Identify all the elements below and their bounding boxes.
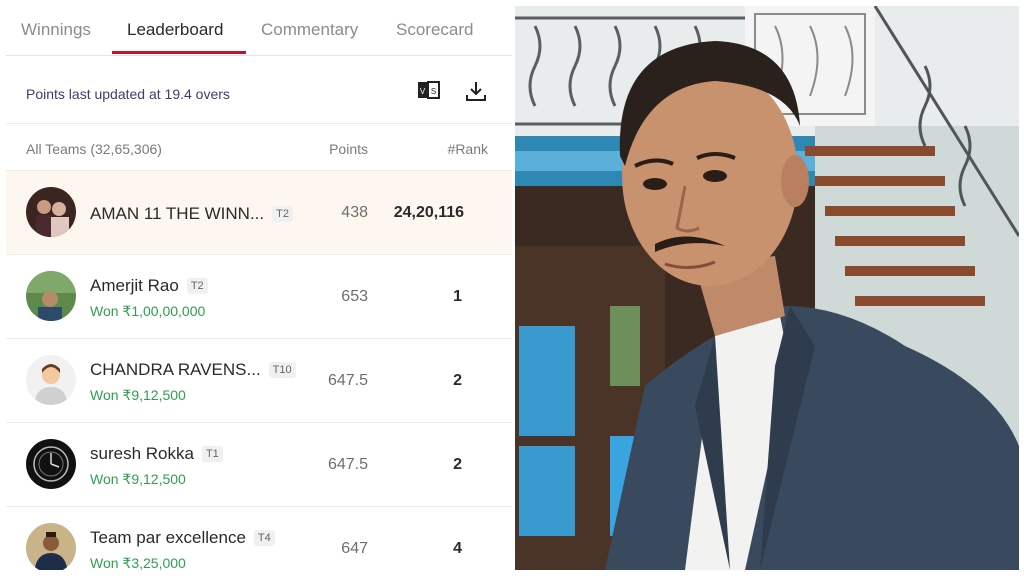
team-rank: 4: [453, 540, 462, 557]
team-number-badge: T2: [186, 278, 208, 294]
team-name: Team par excellence: [90, 528, 246, 547]
portrait-photo: [515, 6, 1019, 570]
team-rank: 2: [453, 456, 462, 473]
avatar: [26, 439, 76, 489]
points-update-bar: Points last updated at 19.4 overs V S: [6, 56, 512, 124]
team-number-badge: T4: [253, 530, 275, 546]
team-points: 647: [341, 540, 368, 557]
avatar: [26, 271, 76, 321]
tab-commentary[interactable]: Commentary: [261, 20, 358, 40]
team-points: 647.5: [327, 456, 368, 473]
download-icon[interactable]: [463, 78, 489, 104]
tab-scorecard[interactable]: Scorecard: [396, 20, 473, 40]
rank-column-header[interactable]: #Rank: [448, 141, 488, 157]
points-updated-text: Points last updated at 19.4 overs: [26, 86, 230, 102]
compare-teams-icon[interactable]: V S: [416, 78, 442, 104]
winnings-amount: Won ₹1,00,00,000: [90, 303, 206, 319]
svg-text:V: V: [420, 87, 426, 96]
team-name: suresh Rokka: [90, 444, 194, 463]
points-column-header[interactable]: Points: [329, 141, 368, 157]
leaderboard-header: All Teams (32,65,306) Points #Rank: [6, 125, 512, 171]
winnings-amount: Won ₹3,25,000: [90, 555, 186, 570]
svg-text:S: S: [431, 87, 436, 96]
table-row[interactable]: AMAN 11 THE WINN... T2 438 24,20,116: [6, 171, 512, 255]
leaderboard-list: AMAN 11 THE WINN... T2 438 24,20,116 Ame…: [6, 171, 512, 570]
all-teams-count: All Teams (32,65,306): [26, 141, 162, 157]
team-rank: 1: [453, 288, 462, 305]
winnings-amount: Won ₹9,12,500: [90, 471, 186, 487]
table-row[interactable]: Team par excellence T4 Won ₹3,25,000 647…: [6, 507, 512, 570]
table-row[interactable]: Amerjit Rao T2 Won ₹1,00,00,000 653 1: [6, 255, 512, 339]
team-name: AMAN 11 THE WINN...: [90, 204, 265, 223]
team-rank: 24,20,116: [393, 204, 464, 221]
active-tab-indicator: [112, 51, 246, 54]
avatar: [26, 187, 76, 237]
team-number-badge: T2: [272, 206, 293, 222]
team-name: Amerjit Rao: [90, 276, 179, 295]
team-points: 653: [341, 288, 368, 305]
table-row[interactable]: CHANDRA RAVENS... T10 Won ₹9,12,500 647.…: [6, 339, 512, 423]
team-rank: 2: [453, 372, 462, 389]
team-name: CHANDRA RAVENS...: [90, 360, 261, 379]
team-number-badge: T10: [268, 362, 296, 378]
avatar: [26, 355, 76, 405]
tab-leaderboard[interactable]: Leaderboard: [127, 20, 223, 40]
tab-bar: Winnings Leaderboard Commentary Scorecar…: [6, 6, 512, 56]
team-points: 438: [341, 204, 368, 221]
avatar: [26, 523, 76, 570]
tab-winnings[interactable]: Winnings: [21, 20, 91, 40]
table-row[interactable]: suresh Rokka T1 Won ₹9,12,500 647.5 2: [6, 423, 512, 507]
team-number-badge: T1: [201, 446, 223, 462]
winnings-amount: Won ₹9,12,500: [90, 387, 186, 403]
leaderboard-panel: Winnings Leaderboard Commentary Scorecar…: [6, 6, 512, 570]
team-points: 647.5: [327, 372, 368, 389]
